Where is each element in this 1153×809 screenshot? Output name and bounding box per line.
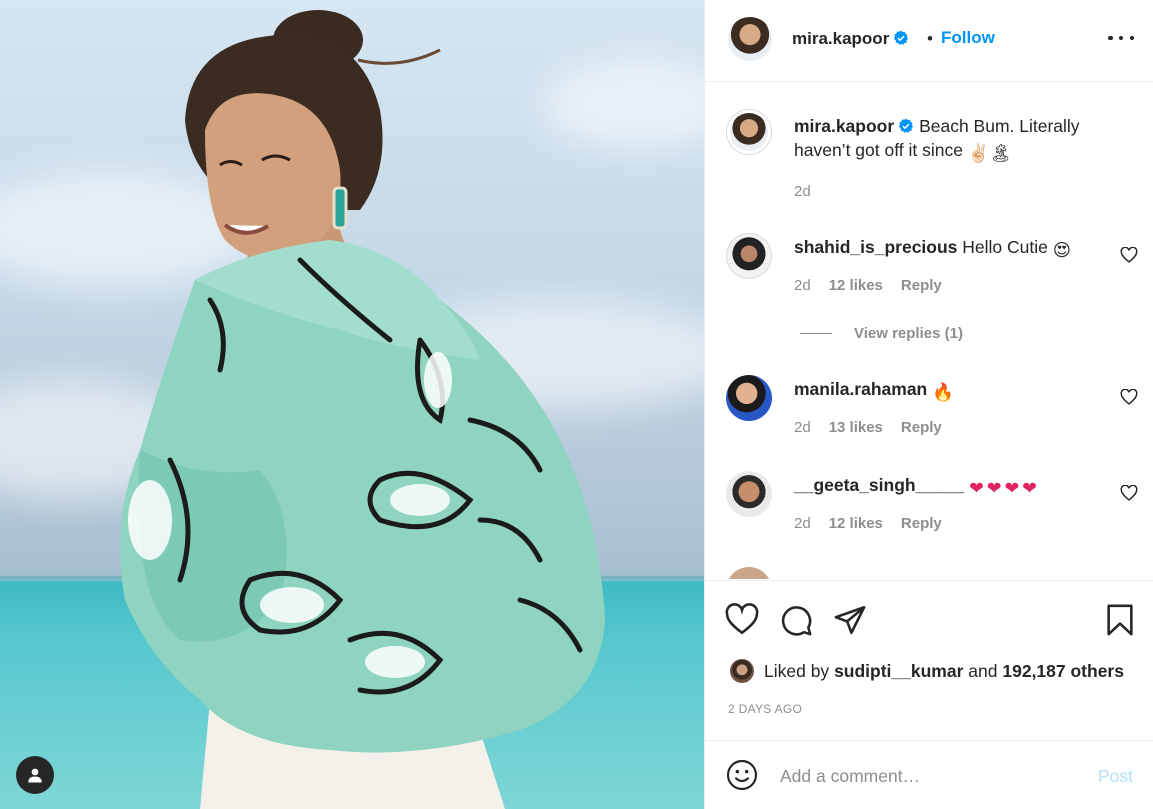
user-tag-button[interactable] (16, 756, 54, 794)
comment-text: __geeta_singh_____ ❤❤❤❤ (794, 473, 1104, 500)
comment-likes[interactable]: 13 likes (829, 419, 883, 436)
author-username[interactable]: mira.kapoor (792, 29, 909, 49)
comment-time: 2d (794, 277, 811, 294)
comment-body: Hello Cutie (962, 237, 1048, 257)
comment-meta: 2d 13 likes Reply (794, 419, 942, 436)
comment-username[interactable]: shahid_is_precious (794, 237, 957, 257)
verified-badge-icon (899, 118, 914, 133)
caption-time: 2d (794, 183, 811, 200)
comment-time: 2d (794, 515, 811, 532)
comments-list[interactable]: mira.kapoor Beach Bum. Literally haven’t… (705, 83, 1153, 579)
comment-reply-button[interactable]: Reply (901, 419, 942, 436)
comment-emoji: 😍 (1052, 240, 1072, 260)
post-actions: Liked by sudipti__kumar and 192,187 othe… (705, 580, 1153, 740)
post-header: mira.kapoor • Follow (705, 0, 1153, 82)
verified-badge-icon (894, 30, 909, 45)
liked-by-prefix: Liked by (764, 660, 830, 681)
emoji-icon[interactable] (726, 759, 758, 791)
liker-avatar[interactable] (730, 659, 754, 683)
comment-username[interactable]: __geeta_singh_____ (794, 475, 964, 495)
comment-reply-button[interactable]: Reply (901, 277, 942, 294)
add-comment-bar: Post (705, 740, 1153, 809)
replies-divider (800, 333, 832, 334)
comment-time: 2d (794, 419, 811, 436)
person-illustration (120, 10, 605, 809)
comment-input[interactable] (780, 761, 1080, 791)
post-timestamp[interactable]: 2 DAYS AGO (728, 702, 802, 716)
share-icon[interactable] (833, 603, 867, 637)
bookmark-icon[interactable] (1103, 603, 1137, 637)
caption-username[interactable]: mira.kapoor (794, 116, 894, 136)
commenter-avatar[interactable] (726, 233, 772, 279)
follow-button[interactable]: Follow (941, 28, 995, 48)
comment-username[interactable]: manila.rahaman (794, 379, 927, 399)
comment-meta: 2d 12 likes Reply (794, 515, 942, 532)
comment-likes[interactable]: 12 likes (829, 277, 883, 294)
caption-emoji: ✌🏻🏝 (967, 143, 1012, 163)
comment-icon[interactable] (779, 603, 813, 637)
comment-reply-button[interactable]: Reply (901, 515, 942, 532)
liked-by-user[interactable]: sudipti__kumar (834, 661, 963, 682)
comment-text: manila.rahaman 🔥 (794, 377, 1104, 404)
commenter-avatar[interactable] (726, 471, 772, 517)
user-tag-icon (28, 768, 42, 783)
more-options-icon[interactable] (1108, 28, 1134, 48)
comment-emoji: 🔥 (932, 382, 954, 402)
view-replies-button[interactable]: View replies (1) (800, 325, 963, 342)
heart-icon[interactable] (725, 603, 759, 637)
caption-meta: 2d (794, 183, 811, 200)
comment-like-heart-icon[interactable] (1120, 389, 1138, 405)
commenter-avatar[interactable] (726, 375, 772, 421)
comment-likes[interactable]: 12 likes (829, 515, 883, 532)
post-details-panel: mira.kapoor • Follow mira.kapoor Beach B… (704, 0, 1153, 809)
post-photo[interactable] (0, 0, 704, 809)
comment-text: shahid_is_precious Hello Cutie 😍 (794, 235, 1104, 262)
caption-text: mira.kapoor Beach Bum. Literally haven’t… (794, 114, 1104, 165)
liked-by-and: and (968, 660, 998, 681)
view-replies-label: View replies (1) (854, 325, 963, 342)
comment-meta: 2d 12 likes Reply (794, 277, 942, 294)
comment-like-heart-icon[interactable] (1120, 247, 1138, 263)
likes-summary: Liked by sudipti__kumar and 192,187 othe… (730, 659, 1124, 683)
likes-count[interactable]: 192,187 others (1002, 661, 1124, 682)
post-comment-button[interactable]: Post (1098, 766, 1133, 787)
separator-dot: • (927, 29, 933, 48)
comment-emoji: ❤❤❤❤ (969, 478, 1040, 498)
commenter-avatar[interactable] (726, 567, 772, 579)
caption-avatar[interactable] (726, 109, 772, 155)
author-avatar[interactable] (728, 17, 772, 61)
comment-like-heart-icon[interactable] (1120, 485, 1138, 501)
